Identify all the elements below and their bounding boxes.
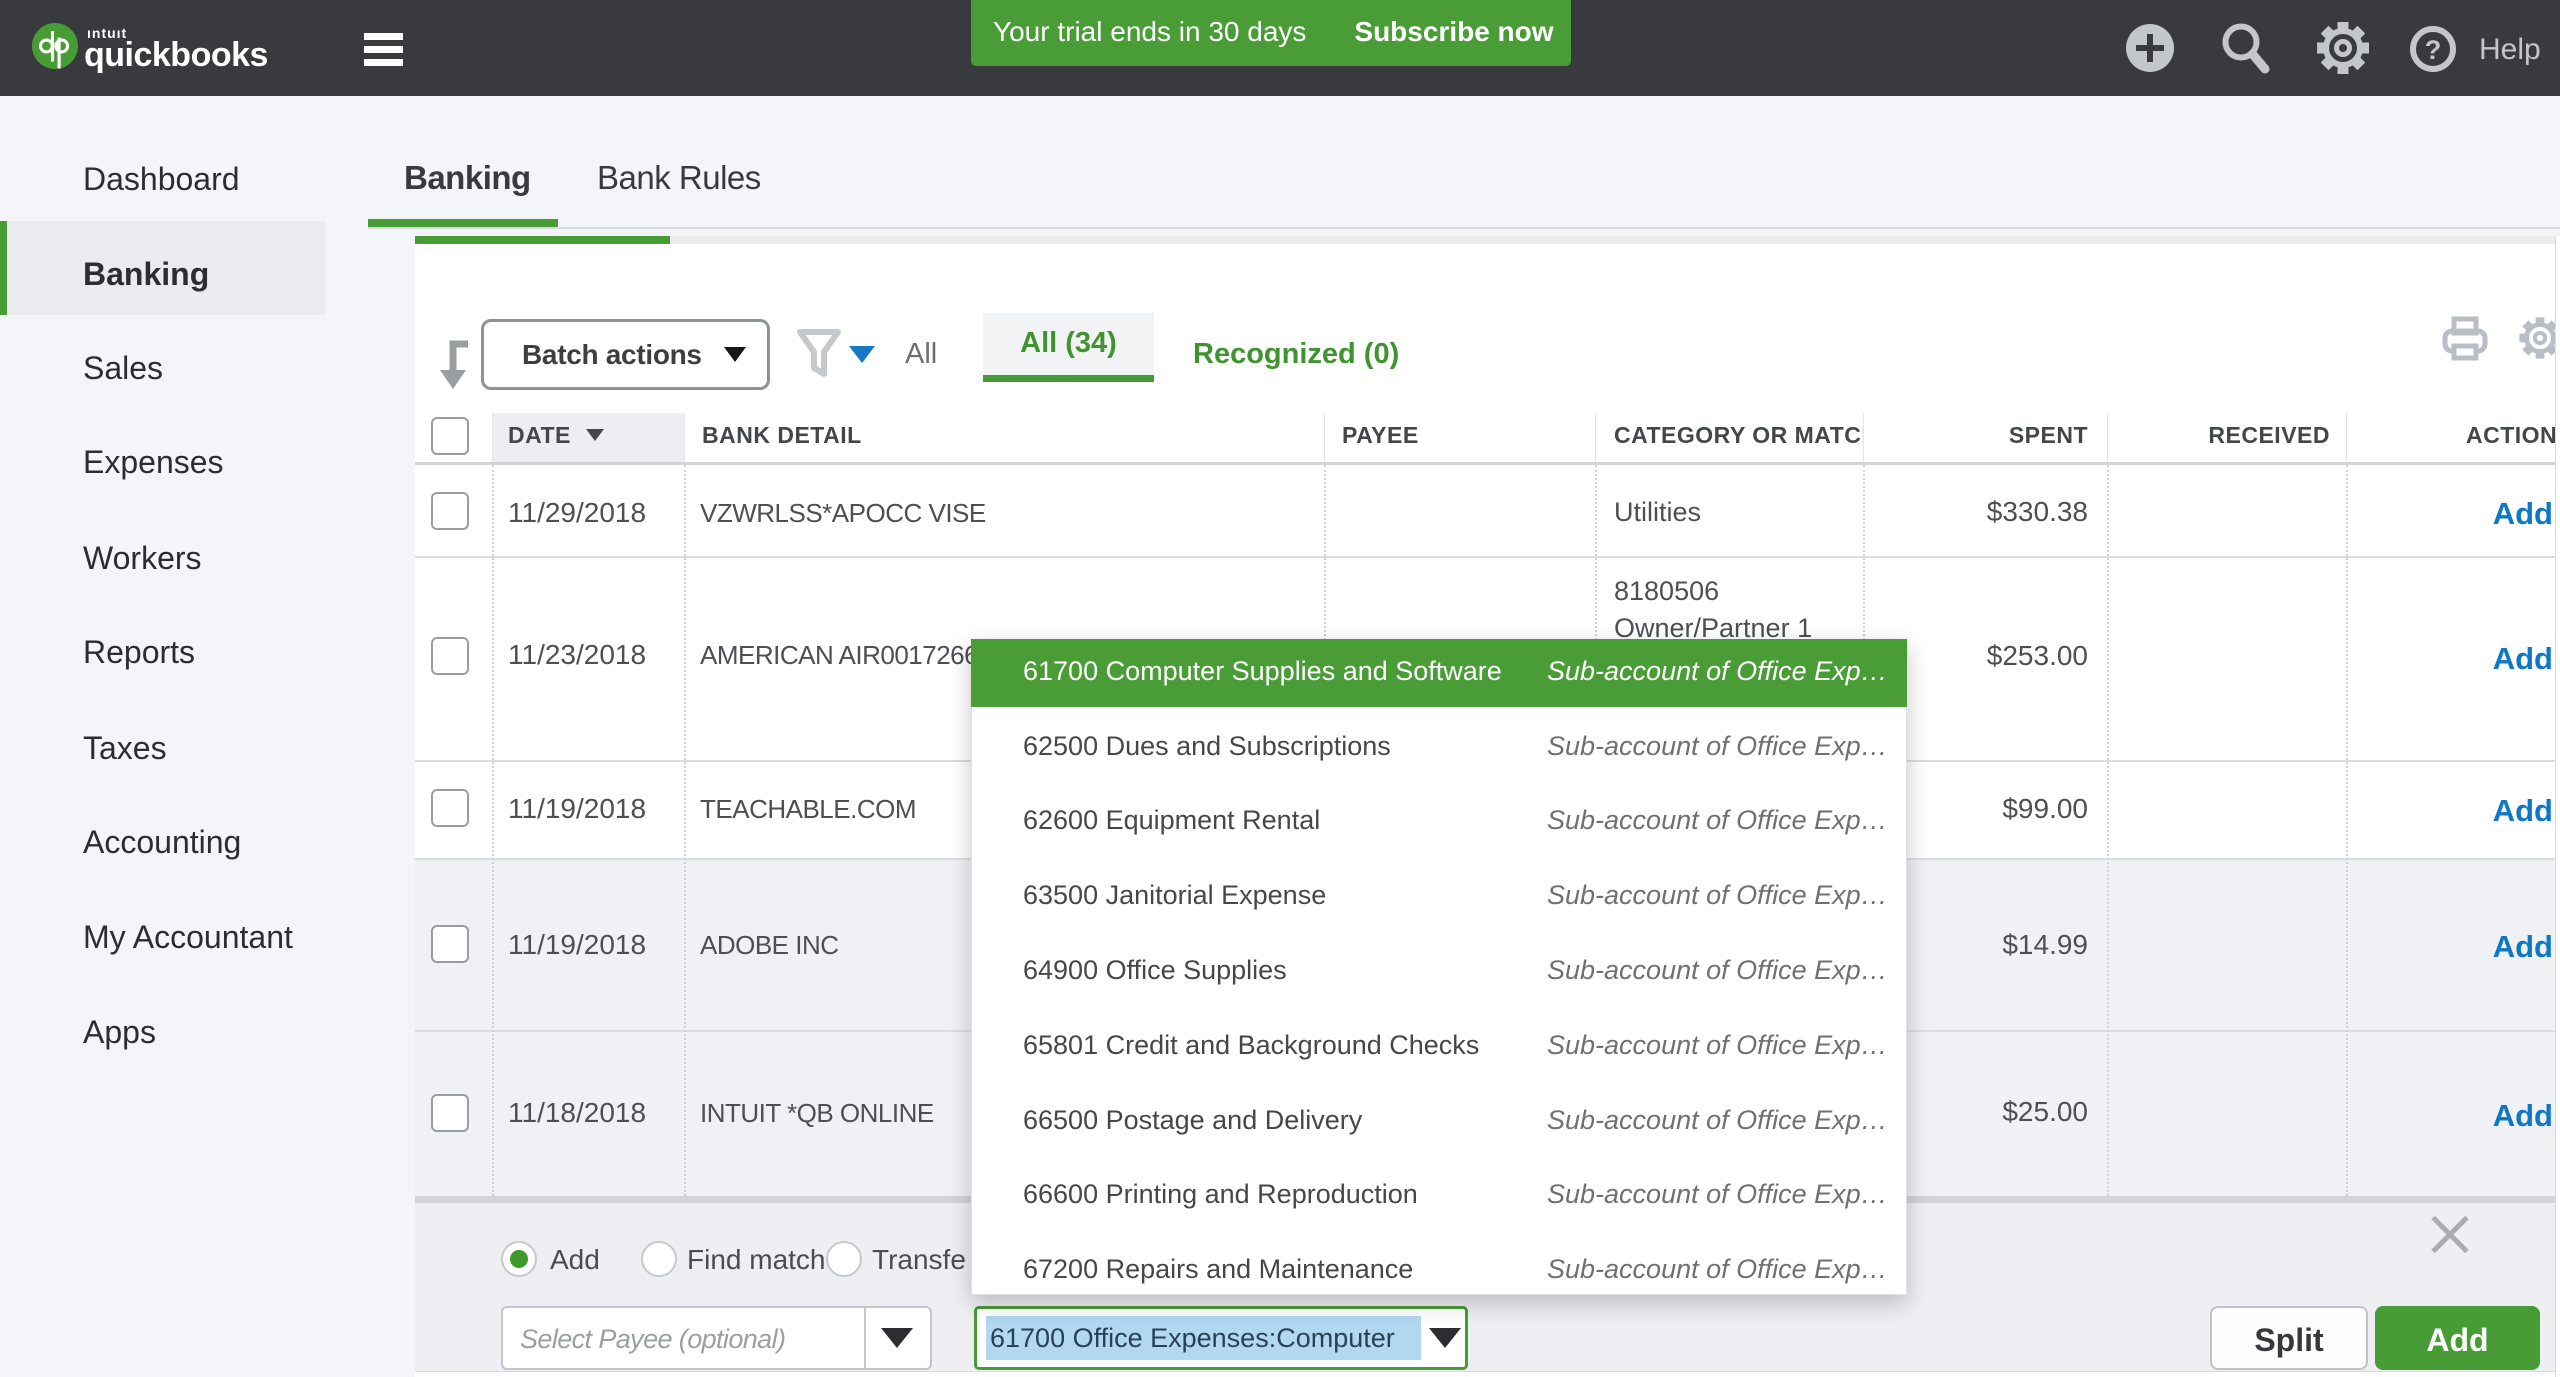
svg-text:?: ? <box>2425 35 2442 65</box>
